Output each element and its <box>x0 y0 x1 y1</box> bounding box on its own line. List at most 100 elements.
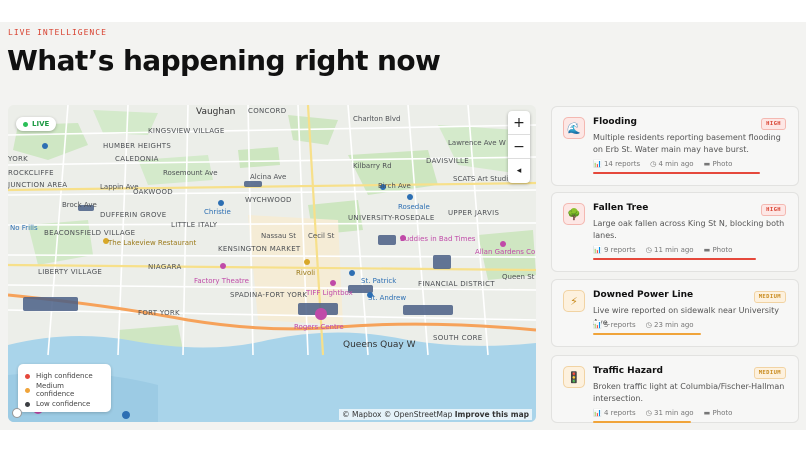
reports-count: 📊 9 reports <box>593 246 636 254</box>
map-label: Rogers Centre <box>294 323 344 331</box>
incident-title: Traffic Hazard <box>593 366 663 376</box>
map-label: DUFFERIN GROVE <box>100 211 167 219</box>
lightning-icon: ⚡ <box>563 290 585 312</box>
severity-badge: HIGH <box>761 204 786 216</box>
zoom-in-button[interactable]: + <box>508 111 530 135</box>
map-label: TIFF Lightbox <box>306 289 353 297</box>
media-type: ▬ Photo <box>704 409 733 417</box>
map-label: Allan Gardens Conservatory <box>475 248 536 256</box>
incident-meta: 📊 14 reports ◷ 4 min ago ▬ Photo <box>593 160 732 168</box>
live-label: LIVE <box>32 120 50 128</box>
reports-count: 📊 14 reports <box>593 160 640 168</box>
reports-label: 5 reports <box>603 321 636 329</box>
map-label: FORT YORK <box>138 309 180 317</box>
chart-icon: 📊 <box>593 160 602 168</box>
confidence-bar <box>593 258 756 260</box>
mapbox-logo-icon[interactable] <box>12 408 22 418</box>
map-label: ROCKCLIFFE <box>8 169 54 177</box>
map-label: Cecil St <box>308 232 335 240</box>
time-ago: ◷ 23 min ago <box>646 321 694 329</box>
traffic-light-icon: 🚦 <box>563 366 585 388</box>
page-title: What’s happening right now <box>7 44 441 77</box>
mapbox-attribution-link[interactable]: © Mapbox <box>342 410 381 419</box>
map-label: KINGSVIEW VILLAGE <box>148 127 225 135</box>
legend-item-low: Low confidence <box>25 397 104 411</box>
map-label: CALEDONIA <box>115 155 159 163</box>
compass-button[interactable]: ◂ <box>508 159 530 183</box>
camera-icon: ▬ <box>703 246 711 254</box>
map-label: Rosemount Ave <box>163 169 218 177</box>
clock-icon: ◷ <box>645 409 652 417</box>
map-label: Charlton Blvd <box>353 115 401 123</box>
medium-dot-icon <box>25 387 30 393</box>
legend-item-high: High confidence <box>25 369 104 383</box>
map-label: Nassau St <box>261 232 296 240</box>
time-label: 31 min ago <box>654 409 694 417</box>
live-indicator: LIVE <box>16 117 57 131</box>
severity-badge: MEDIUM <box>753 291 786 303</box>
clock-icon: ◷ <box>645 321 652 329</box>
time-label: 11 min ago <box>654 246 694 254</box>
legend-label: Medium confidence <box>35 382 75 398</box>
map-label: DAVISVILLE <box>426 157 469 165</box>
map-label: BEACONSFIELD VILLAGE <box>44 229 136 237</box>
osm-attribution-link[interactable]: © OpenStreetMap <box>384 410 453 419</box>
map-label: Brock Ave <box>62 201 97 209</box>
incident-meta: 📊 9 reports ◷ 11 min ago ▬ Photo <box>593 246 732 254</box>
legend-label: High confidence <box>36 372 93 380</box>
map-label: Buddies in Bad Times <box>400 235 476 243</box>
map-label: St. Patrick <box>361 277 397 285</box>
reports-label: 14 reports <box>603 160 641 168</box>
time-ago: ◷ 31 min ago <box>646 409 694 417</box>
severity-badge: HIGH <box>761 118 786 130</box>
improve-map-link[interactable]: Improve this map <box>455 410 529 419</box>
zoom-out-button[interactable]: − <box>508 135 530 159</box>
legend-label: Low confidence <box>36 400 91 408</box>
confidence-legend: High confidence Medium confidence Low co… <box>18 364 111 412</box>
map-controls: + − ◂ <box>508 111 530 183</box>
media-label: Photo <box>712 160 733 168</box>
media-label: Photo <box>712 246 733 254</box>
low-dot-icon <box>25 401 30 407</box>
incident-card[interactable]: 🚦 Traffic Hazard MEDIUM Broken traffic ligh… <box>551 355 799 423</box>
incident-description: Broken traffic light at Columbia/Fischer… <box>593 382 785 403</box>
incident-map[interactable]: Vaughan CONCORD Charlton Blvd KINGSVIEW … <box>8 105 536 422</box>
incident-title: Flooding <box>593 117 637 127</box>
map-label: LITTLE ITALY <box>171 221 218 229</box>
clock-icon: ◷ <box>650 160 657 168</box>
legend-item-medium: Medium confidence <box>25 382 104 398</box>
confidence-bar <box>593 333 701 335</box>
live-dot-icon <box>23 121 28 127</box>
reports-label: 4 reports <box>603 409 636 417</box>
flood-icon: 🌊 <box>563 117 585 139</box>
incident-meta: 📊 4 reports ◷ 31 min ago ▬ Photo <box>593 409 732 417</box>
chart-icon: 📊 <box>593 246 602 254</box>
map-label: No Frills <box>10 224 38 232</box>
time-label: 23 min ago <box>654 321 694 329</box>
chart-icon: 📊 <box>593 321 602 329</box>
incident-description: Large oak fallen across King St N, block… <box>593 219 785 240</box>
map-label: YORK <box>8 155 29 163</box>
map-label: SCATS Art Studio <box>453 175 513 183</box>
map-label: CONCORD <box>248 107 287 115</box>
map-attribution: © Mapbox © OpenStreetMap Improve this ma… <box>339 409 532 420</box>
incident-meta: 📊 5 reports ◷ 23 min ago <box>593 321 694 329</box>
map-label: Christie <box>204 208 231 216</box>
map-label: Birch Ave <box>378 182 411 190</box>
map-label: Rivoli <box>296 269 316 277</box>
map-label: Factory Theatre <box>194 277 249 285</box>
media-type: ▬ Photo <box>704 246 733 254</box>
incident-card[interactable]: 🌊 Flooding HIGH Multiple residents reportin… <box>551 106 799 186</box>
map-label: HUMBER HEIGHTS <box>103 142 172 150</box>
map-label: St. Andrew <box>368 294 407 302</box>
tree-icon: 🌳 <box>563 203 585 225</box>
incident-description: Multiple residents reporting basement fl… <box>593 133 781 154</box>
incident-card[interactable]: ⚡ Downed Power Line MEDIUM Live wire report… <box>551 279 799 347</box>
incident-title: Fallen Tree <box>593 203 649 213</box>
incident-title: Downed Power Line <box>593 290 694 300</box>
map-label: The Lakeview Restaurant <box>108 239 197 247</box>
map-label: Lawrence Ave W <box>448 139 506 147</box>
incident-card[interactable]: 🌳 Fallen Tree HIGH Large oak fallen across … <box>551 192 799 272</box>
camera-icon: ▬ <box>703 160 711 168</box>
map-label: OAKWOOD <box>133 188 173 196</box>
